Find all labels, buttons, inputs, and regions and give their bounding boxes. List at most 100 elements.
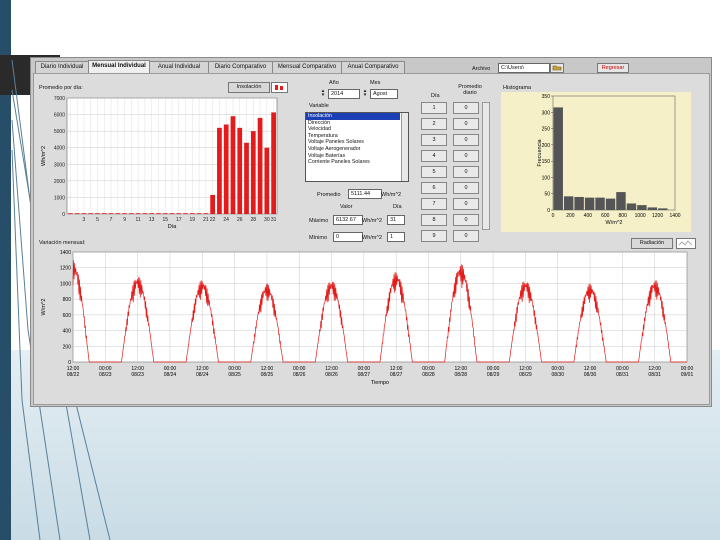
histogram-bar bbox=[595, 197, 605, 210]
average-cell: 0 bbox=[453, 182, 479, 194]
day-cell: 5 bbox=[421, 166, 447, 178]
day-cell: 6 bbox=[421, 182, 447, 194]
monthly-x-tick-date: 08/24 bbox=[164, 372, 177, 378]
daily-y-tick-label: 0 bbox=[62, 212, 65, 218]
day-cell: 9 bbox=[421, 230, 447, 242]
variable-listbox[interactable]: Insolación Dirección Velocidad Temperatura V… bbox=[305, 112, 409, 182]
promedio-value: 5111.44 bbox=[348, 189, 382, 199]
daily-bar bbox=[183, 213, 188, 214]
month-select[interactable]: Agost bbox=[370, 89, 398, 99]
month-label: Mes bbox=[370, 80, 381, 86]
average-cell: 0 bbox=[453, 198, 479, 210]
monthly-chart-title: Variación mensual: bbox=[39, 240, 86, 246]
daily-x-tick-label: 15 bbox=[162, 217, 168, 223]
histogram-bar bbox=[647, 207, 658, 210]
variable-option[interactable]: Corriente Paneles Solares bbox=[306, 159, 400, 166]
histogram-y-tick-label: 250 bbox=[542, 127, 551, 133]
histogram-y-axis-label: Frecuencia bbox=[537, 138, 543, 166]
variable-option[interactable]: Voltaje Aerogenerador bbox=[306, 146, 400, 153]
daily-x-tick-label: 19 bbox=[190, 217, 196, 223]
day-cell: 2 bbox=[421, 118, 447, 130]
daily-bar bbox=[217, 127, 222, 214]
daily-bar-chart: 0 1000 2000 3000 4000 5000 6000 7000 3 5 7 9 11 13 15 1… bbox=[41, 96, 278, 230]
daily-x-tick-label: 22 bbox=[210, 217, 216, 223]
min-unit: Wh/m^2 bbox=[362, 235, 382, 241]
month-spinner[interactable]: ▴ ▾ bbox=[362, 89, 368, 98]
daily-bar bbox=[108, 213, 114, 214]
daily-bar bbox=[68, 213, 73, 214]
year-spinner[interactable]: ▴ ▾ bbox=[320, 89, 326, 98]
histogram-x-tick-label: 400 bbox=[584, 213, 593, 219]
daily-bar bbox=[230, 116, 236, 214]
monthly-x-tick-date: 08/26 bbox=[293, 372, 306, 378]
max-label: Máximo bbox=[309, 218, 329, 224]
daily-x-tick-label: 21 bbox=[203, 217, 209, 223]
histogram-x-tick-label: 600 bbox=[601, 213, 610, 219]
day-cell: 4 bbox=[421, 150, 447, 162]
return-button[interactable]: Regresar bbox=[597, 63, 629, 73]
table-row: 80 bbox=[421, 214, 479, 226]
table-dia-header: Día bbox=[431, 93, 440, 99]
daily-bar bbox=[142, 213, 148, 214]
variable-option[interactable]: Voltaje Baterías bbox=[306, 153, 400, 160]
variable-option[interactable]: Velocidad bbox=[306, 126, 400, 133]
tab-mensual-comparativo[interactable]: Mensual Comparativo bbox=[272, 61, 342, 73]
monthly-x-tick-date: 08/30 bbox=[551, 372, 564, 378]
min-day: 1 bbox=[387, 232, 405, 242]
variable-option[interactable]: Dirección bbox=[306, 120, 400, 127]
variable-option[interactable]: Insolación bbox=[306, 113, 400, 120]
daily-y-tick-label: 4000 bbox=[54, 146, 65, 152]
monthly-x-tick-date: 08/28 bbox=[422, 372, 435, 378]
daily-x-tick-label: 11 bbox=[136, 217, 141, 223]
tab-anual-individual[interactable]: Anual Individual bbox=[149, 61, 209, 73]
table-row: 30 bbox=[421, 134, 479, 146]
variable-option[interactable]: Voltaje Paneles Solares bbox=[306, 139, 400, 146]
histogram-y-tick-label: 0 bbox=[547, 208, 550, 214]
year-input[interactable]: 2014 bbox=[328, 89, 360, 99]
max-value: 6132.67 bbox=[333, 215, 363, 225]
app-window: Diario Individual Mensual Individual Anu… bbox=[30, 57, 712, 407]
daily-average-table: 102030405060708090 bbox=[421, 102, 479, 246]
histogram-bar bbox=[574, 196, 584, 210]
daily-x-tick-label: 31 bbox=[271, 217, 277, 223]
variable-option[interactable]: Temperatura bbox=[306, 133, 400, 140]
histogram-bar bbox=[553, 107, 563, 210]
monthly-y-tick-label: 1000 bbox=[60, 281, 71, 287]
daily-bar bbox=[156, 213, 161, 214]
daily-table-scrollbar[interactable] bbox=[482, 102, 490, 230]
day-cell: 8 bbox=[421, 214, 447, 226]
daily-bar bbox=[128, 213, 134, 214]
tab-mensual-individual[interactable]: Mensual Individual bbox=[88, 60, 150, 73]
histogram-bar bbox=[658, 208, 668, 210]
monthly-x-tick-date: 08/31 bbox=[616, 372, 629, 378]
daily-bar bbox=[169, 213, 175, 214]
daily-bar bbox=[135, 213, 141, 214]
table-row: 40 bbox=[421, 150, 479, 162]
daily-bar bbox=[115, 213, 121, 214]
daily-bar bbox=[257, 117, 263, 214]
daily-bar bbox=[271, 112, 276, 214]
monthly-y-tick-label: 200 bbox=[63, 344, 72, 350]
daily-x-tick-label: 24 bbox=[223, 217, 229, 223]
tab-diario-comparativo[interactable]: Diario Comparativo bbox=[208, 61, 273, 73]
monthly-x-tick-date: 08/27 bbox=[358, 372, 371, 378]
monthly-x-tick-date: 08/26 bbox=[325, 372, 338, 378]
max-unit: Wh/m^2 bbox=[362, 218, 382, 224]
tab-anual-comparativo[interactable]: Anual Comparativo bbox=[341, 61, 405, 73]
variable-label: Variable bbox=[309, 103, 329, 109]
tab-diario-individual[interactable]: Diario Individual bbox=[35, 61, 89, 73]
histogram-y-tick-label: 300 bbox=[542, 110, 551, 116]
histogram-x-tick-label: 0 bbox=[552, 213, 555, 219]
daily-bar bbox=[203, 213, 209, 214]
variable-list-scrollbar[interactable] bbox=[401, 113, 408, 181]
monthly-x-tick-date: 08/23 bbox=[131, 372, 144, 378]
file-path-input[interactable]: C:\Users\ bbox=[498, 63, 550, 73]
monthly-x-tick-date: 08/29 bbox=[519, 372, 532, 378]
daily-y-tick-label: 5000 bbox=[54, 129, 65, 135]
file-label: Archivo bbox=[472, 66, 491, 72]
promedio-unit: Wh/m^2 bbox=[381, 192, 401, 198]
folder-browse-button[interactable] bbox=[550, 63, 564, 73]
monthly-x-tick-date: 08/22 bbox=[67, 372, 80, 378]
daily-y-tick-label: 7000 bbox=[54, 96, 65, 102]
table-row: 70 bbox=[421, 198, 479, 210]
